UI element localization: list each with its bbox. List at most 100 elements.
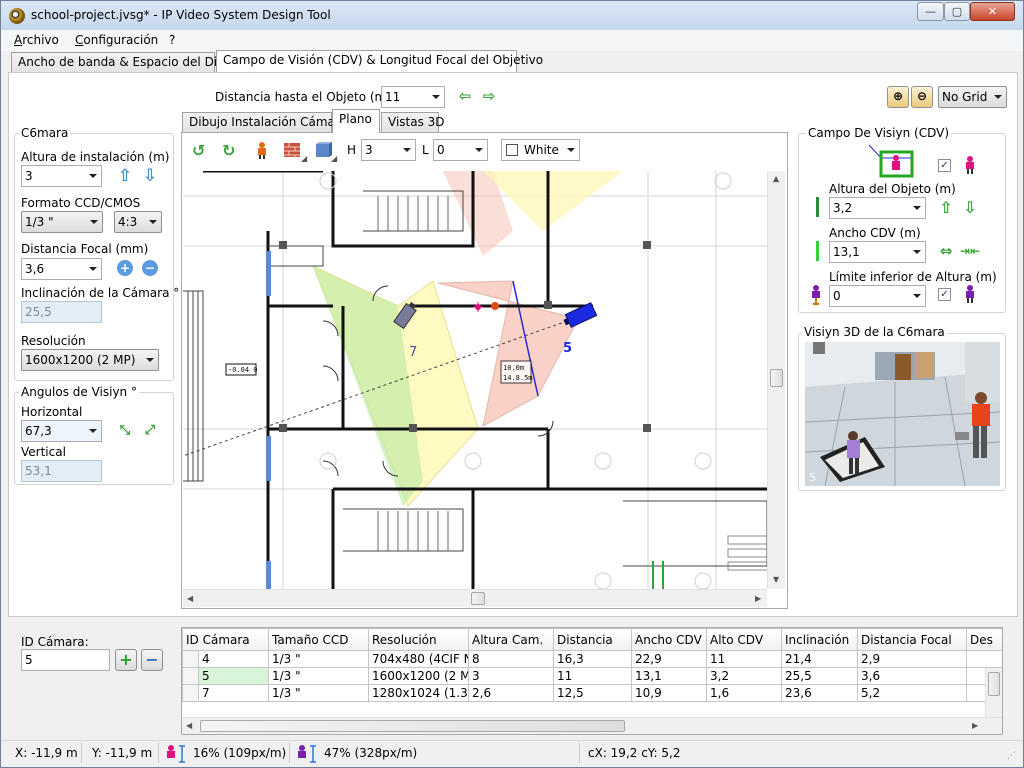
cell-fov-width[interactable]: 13,1: [631, 667, 707, 685]
cell-des[interactable]: [966, 650, 1002, 668]
fov-width-select[interactable]: 13,1: [829, 241, 926, 263]
zoom-in-button[interactable]: ⊕: [887, 86, 909, 108]
table-hscroll-thumb[interactable]: [200, 720, 625, 732]
cell-id[interactable]: 7: [198, 684, 269, 702]
fov-object-checkbox[interactable]: ✓: [938, 159, 951, 172]
focal-plus-icon[interactable]: +: [117, 260, 133, 276]
cell-cam-height[interactable]: 8: [468, 650, 554, 668]
horizontal-angle-select[interactable]: 67,3: [21, 420, 102, 442]
scroll-left-icon[interactable]: ◀: [187, 594, 193, 603]
row-selector[interactable]: [182, 684, 199, 702]
row-selector[interactable]: [182, 650, 199, 668]
camera-3d-preview[interactable]: 5: [805, 342, 1000, 486]
col-header-cam-height[interactable]: Altura Cam.: [468, 628, 554, 651]
aspect-ratio-select[interactable]: 4:3: [114, 211, 162, 233]
wall-tool-icon[interactable]: [283, 141, 301, 159]
object-height-select[interactable]: 3,2: [829, 197, 926, 219]
cell-focal[interactable]: 5,2: [857, 684, 967, 702]
cell-resolution[interactable]: 704x480 (4CIF NTS: [368, 650, 469, 668]
object-height-up-icon[interactable]: ⇧: [938, 198, 954, 217]
box-tool-dropdown-icon[interactable]: ◢: [331, 154, 337, 163]
table-vertical-scrollbar[interactable]: [985, 668, 1002, 718]
cell-tilt[interactable]: 23,6: [781, 684, 858, 702]
maximize-button[interactable]: ▢: [944, 2, 970, 21]
col-header-fov-width[interactable]: Ancho CDV: [631, 628, 707, 651]
arrow-right-icon[interactable]: ⇨: [480, 87, 498, 105]
lower-limit-select[interactable]: 0: [829, 285, 926, 307]
table-row[interactable]: 7 1/3 " 1280x1024 (1.3 MP 2,6 12,5 10,9 …: [182, 684, 1002, 702]
table-horizontal-scrollbar[interactable]: ◀ ▶: [182, 717, 1002, 734]
cell-focal[interactable]: 2,9: [857, 650, 967, 668]
table-scroll-right-icon[interactable]: ▶: [972, 721, 978, 730]
tab-3d-views[interactable]: Vistas 3D: [381, 112, 445, 133]
object-height-down-icon[interactable]: ⇩: [962, 198, 978, 217]
cell-fov-height[interactable]: 3,2: [706, 667, 782, 685]
col-header-fov-height[interactable]: Alto CDV: [706, 628, 782, 651]
cell-ccd[interactable]: 1/3 ": [268, 650, 369, 668]
plan-hscroll-thumb[interactable]: [471, 592, 485, 605]
tab-fov-focal[interactable]: Campo de Visión (CDV) & Longitud Focal d…: [216, 50, 543, 73]
scroll-right-icon[interactable]: ▶: [755, 594, 761, 603]
tab-plan[interactable]: Plano: [332, 109, 380, 133]
fov-width-expand-icon[interactable]: ⇔: [936, 242, 956, 260]
scroll-down-icon[interactable]: ▼: [773, 575, 779, 584]
box-tool-icon[interactable]: [314, 141, 332, 159]
arrow-left-icon[interactable]: ⇦: [456, 87, 474, 105]
rotate-right-icon[interactable]: ↻: [222, 141, 240, 160]
cell-resolution[interactable]: 1600x1200 (2 MP): [368, 667, 469, 685]
col-header-des[interactable]: Des: [966, 628, 1002, 651]
grid-select[interactable]: No Grid: [938, 86, 1007, 108]
widen-angle-icon[interactable]: ⤡: [117, 422, 133, 438]
cell-ccd[interactable]: 1/3 ": [268, 667, 369, 685]
remove-camera-button[interactable]: −: [141, 649, 163, 671]
table-row[interactable]: 4 1/3 " 704x480 (4CIF NTS 8 16,3 22,9 11…: [182, 650, 1002, 668]
plan-vscroll-thumb[interactable]: [770, 369, 783, 387]
cell-tilt[interactable]: 21,4: [781, 650, 858, 668]
plan-vertical-scrollbar[interactable]: ▲ ▼: [767, 171, 785, 589]
scroll-up-icon[interactable]: ▲: [773, 174, 779, 183]
table-scroll-left-icon[interactable]: ◀: [186, 721, 192, 730]
camera-id-field[interactable]: 5: [21, 649, 110, 671]
install-height-select[interactable]: 3: [21, 165, 102, 187]
cell-tilt[interactable]: 25,5: [781, 667, 858, 685]
wall-tool-dropdown-icon[interactable]: ◢: [301, 154, 307, 163]
cell-id[interactable]: 5: [198, 667, 269, 685]
cell-ccd[interactable]: 1/3 ": [268, 684, 369, 702]
col-header-distance[interactable]: Distancia: [553, 628, 632, 651]
add-camera-button[interactable]: +: [115, 649, 137, 671]
menu-configuracion[interactable]: Configuración: [75, 33, 158, 47]
focal-length-select[interactable]: 3,6: [21, 258, 102, 280]
menu-archivo[interactable]: Archivo: [14, 33, 59, 47]
rotate-left-icon[interactable]: ↺: [192, 141, 210, 160]
cell-focal[interactable]: 3,6: [857, 667, 967, 685]
cell-distance[interactable]: 12,5: [553, 684, 632, 702]
focal-minus-icon[interactable]: −: [142, 260, 158, 276]
close-button[interactable]: ✕: [970, 2, 1015, 21]
person-tool-icon[interactable]: [253, 141, 271, 159]
col-header-resolution[interactable]: Resolución: [368, 628, 469, 651]
height-down-icon[interactable]: ⇩: [142, 166, 158, 186]
distance-select[interactable]: 11: [381, 86, 445, 108]
cell-cam-height[interactable]: 2,6: [468, 684, 554, 702]
menu-help[interactable]: ?: [169, 33, 175, 47]
minimize-button[interactable]: —: [917, 2, 944, 21]
col-header-id[interactable]: ID Cámara: [182, 628, 269, 651]
row-selector[interactable]: [182, 667, 199, 685]
cell-resolution[interactable]: 1280x1024 (1.3 MP: [368, 684, 469, 702]
cell-fov-height[interactable]: 1,6: [706, 684, 782, 702]
color-select[interactable]: White: [501, 139, 580, 161]
height-up-icon[interactable]: ⇧: [117, 166, 133, 186]
fov-width-shrink-icon[interactable]: ⇥⇤: [960, 242, 980, 260]
sensor-format-select[interactable]: 1/3 ": [21, 211, 103, 233]
table-vscroll-thumb[interactable]: [988, 672, 1000, 696]
l-select[interactable]: 0: [433, 139, 488, 161]
resize-grip-icon[interactable]: ⋰: [1007, 751, 1016, 761]
cell-id[interactable]: 4: [198, 650, 269, 668]
h-select[interactable]: 3: [361, 139, 416, 161]
cell-fov-width[interactable]: 22,9: [631, 650, 707, 668]
table-row-selected[interactable]: 5 1/3 " 1600x1200 (2 MP) 3 11 13,1 3,2 2…: [182, 667, 1002, 685]
tab-installation-drawing[interactable]: Dibujo Instalación Cámara: [182, 112, 347, 133]
col-header-tilt[interactable]: Inclinación: [781, 628, 858, 651]
cell-fov-width[interactable]: 10,9: [631, 684, 707, 702]
narrow-angle-icon[interactable]: ⤢: [142, 422, 158, 438]
